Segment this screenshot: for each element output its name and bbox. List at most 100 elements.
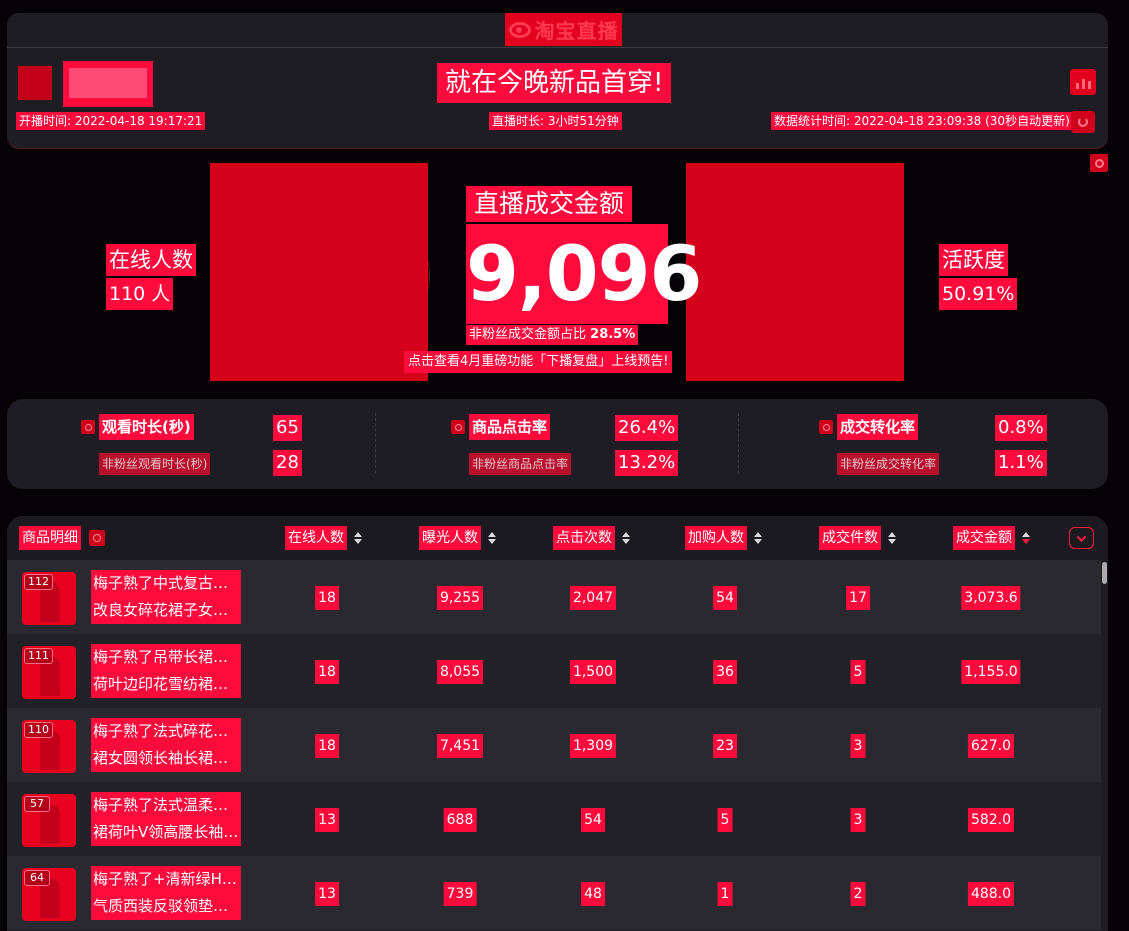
col-label: 商品明细 <box>19 526 81 550</box>
product-thumbnail[interactable]: 110 <box>22 720 76 773</box>
activity-label: 活跃度 <box>939 244 1008 276</box>
scrollbar-thumb[interactable] <box>1102 562 1107 584</box>
product-name-line2: 裙荷叶V领高腰长袖连... <box>91 819 241 846</box>
table-row[interactable]: 111 梅子熟了吊带长裙仙女 荷叶边印花雪纺裙子... 18 8,055 1,5… <box>7 634 1101 708</box>
cell-carts: 36 <box>713 660 737 684</box>
hero-right-panel <box>686 163 904 381</box>
nonfan-gmv-ratio: 非粉丝成交金额占比 28.5% <box>466 325 639 345</box>
cell-clicks: 1,500 <box>569 660 617 684</box>
sort-icon[interactable] <box>754 532 762 544</box>
sort-icon[interactable] <box>488 532 496 544</box>
product-thumbnail[interactable]: 111 <box>22 646 76 699</box>
rank-badge: 111 <box>24 648 53 664</box>
col-carts-sort[interactable]: 加购人数 <box>685 526 762 550</box>
product-name-line1: 梅子熟了法式温柔碎花 <box>91 792 241 819</box>
info-icon[interactable] <box>819 420 833 434</box>
col-online-sort[interactable]: 在线人数 <box>285 526 362 550</box>
col-orders-sort[interactable]: 成交件数 <box>819 526 896 550</box>
preview-link[interactable]: 点击查看4月重磅功能「下播复盘」上线预告! <box>404 351 673 373</box>
table-scrollbar[interactable] <box>1101 560 1108 931</box>
table-row[interactable]: 64 梅子熟了+清新绿H版型 气质西装反驳领垫肩... 13 739 48 1 … <box>7 856 1101 930</box>
start-time: 开播时间: 2022-04-18 19:17:21 <box>16 112 206 130</box>
rank-badge: 57 <box>24 796 50 812</box>
kpi-conversion-value: 0.8% <box>995 415 1047 441</box>
eye-icon <box>508 21 531 38</box>
cell-orders: 2 <box>850 882 866 906</box>
product-name-line2: 荷叶边印花雪纺裙子... <box>91 671 241 698</box>
cell-carts: 1 <box>717 882 733 906</box>
cell-orders: 5 <box>850 660 866 684</box>
product-name-line2: 裙女圆领长袖长裙高... <box>91 745 241 772</box>
col-amount-sort[interactable]: 成交金额 <box>953 526 1030 550</box>
kpi-watch-time-value: 65 <box>273 415 302 441</box>
cell-carts: 54 <box>713 586 737 610</box>
cell-exposure: 9,255 <box>436 586 484 610</box>
kpi-watch-time-label: 观看时长(秒) <box>99 414 194 440</box>
table-row[interactable]: 112 梅子熟了中式复古旗袍 改良女碎花裙子女夏... 18 9,255 2,0… <box>7 560 1101 634</box>
live-header: 淘宝直播 就在今晚新品首穿! 开播时间: 2022-04-18 19:17:21… <box>7 13 1108 149</box>
settings-icon[interactable] <box>1090 154 1108 172</box>
sort-icon[interactable] <box>622 532 630 544</box>
cell-exposure: 8,055 <box>436 660 484 684</box>
rank-badge: 64 <box>24 870 50 886</box>
cell-carts: 23 <box>713 734 737 758</box>
kpi-nonfan-watch-time-label: 非粉丝观看时长(秒) <box>99 453 211 475</box>
col-clicks-sort[interactable]: 点击次数 <box>553 526 630 550</box>
table-body: 112 梅子熟了中式复古旗袍 改良女碎花裙子女夏... 18 9,255 2,0… <box>7 560 1101 931</box>
product-thumbnail[interactable]: 57 <box>22 794 76 847</box>
cell-amount: 582.0 <box>967 808 1015 832</box>
kpi-panel: 观看时长(秒) 65 非粉丝观看时长(秒) 28 商品点击率 26.4% 非粉丝… <box>7 399 1108 489</box>
product-name[interactable]: 梅子熟了法式碎花连衣 裙女圆领长袖长裙高... <box>91 718 241 772</box>
refresh-icon[interactable] <box>1071 111 1095 133</box>
col-label: 点击次数 <box>553 526 615 550</box>
cell-online: 18 <box>315 660 339 684</box>
info-icon[interactable] <box>89 530 105 546</box>
product-name-line1: 梅子熟了吊带长裙仙女 <box>91 644 241 671</box>
product-thumbnail[interactable]: 112 <box>22 572 76 625</box>
kpi-click-rate-label: 商品点击率 <box>469 414 551 440</box>
header-divider <box>7 47 1108 48</box>
product-name[interactable]: 梅子熟了+清新绿H版型 气质西装反驳领垫肩... <box>91 866 241 920</box>
cell-amount: 1,155.0 <box>961 660 1021 684</box>
cell-online: 18 <box>315 586 339 610</box>
kpi-nonfan-conversion-value: 1.1% <box>995 450 1047 476</box>
table-header: 商品明细 在线人数 曝光人数 点击次数 加购人数 成交件数 成交金额 <box>7 516 1108 560</box>
kpi-divider <box>738 413 739 473</box>
kpi-nonfan-conversion-label: 非粉丝成交转化率 <box>837 453 940 475</box>
cell-clicks: 54 <box>581 808 605 832</box>
kpi-nonfan-click-rate-label: 非粉丝商品点击率 <box>469 453 572 475</box>
product-name[interactable]: 梅子熟了中式复古旗袍 改良女碎花裙子女夏... <box>91 570 241 624</box>
sort-icon[interactable] <box>1022 532 1030 544</box>
bar-chart-icon[interactable] <box>1070 69 1096 95</box>
gmv-value: 9,096 <box>466 224 702 324</box>
live-duration: 直播时长: 3小时51分钟 <box>489 112 622 130</box>
kpi-nonfan-click-rate-value: 13.2% <box>615 450 679 476</box>
online-value: 110 人 <box>106 278 174 310</box>
product-name-line1: 梅子熟了+清新绿H版型 <box>91 866 241 893</box>
hero-left-panel <box>210 163 428 381</box>
cell-orders: 3 <box>850 808 866 832</box>
product-table: 商品明细 在线人数 曝光人数 点击次数 加购人数 成交件数 成交金额 112 梅… <box>7 516 1108 931</box>
product-name[interactable]: 梅子熟了法式温柔碎花 裙荷叶V领高腰长袖连... <box>91 792 241 846</box>
table-row[interactable]: 110 梅子熟了法式碎花连衣 裙女圆领长袖长裙高... 18 7,451 1,3… <box>7 708 1101 782</box>
info-icon[interactable] <box>451 420 465 434</box>
anchor-avatar <box>18 66 52 100</box>
kpi-click-rate-value: 26.4% <box>615 415 679 441</box>
sort-icon[interactable] <box>888 532 896 544</box>
info-icon[interactable] <box>81 420 95 434</box>
sort-icon[interactable] <box>354 532 362 544</box>
gmv-label: 直播成交金额 <box>466 186 633 222</box>
col-label: 在线人数 <box>285 526 347 550</box>
product-name[interactable]: 梅子熟了吊带长裙仙女 荷叶边印花雪纺裙子... <box>91 644 241 698</box>
live-title: 就在今晚新品首穿! <box>437 63 672 103</box>
product-thumbnail[interactable]: 64 <box>22 868 76 921</box>
cell-exposure: 688 <box>443 808 477 832</box>
cell-online: 13 <box>315 882 339 906</box>
table-row[interactable]: 57 梅子熟了法式温柔碎花 裙荷叶V领高腰长袖连... 13 688 54 5 … <box>7 782 1101 856</box>
product-name-line1: 梅子熟了法式碎花连衣 <box>91 718 241 745</box>
chevron-down-icon[interactable] <box>1069 527 1094 549</box>
kpi-conversion-label: 成交转化率 <box>837 414 919 440</box>
activity-value: 50.91% <box>939 278 1018 310</box>
taobao-live-logo: 淘宝直播 <box>505 13 622 46</box>
col-exposure-sort[interactable]: 曝光人数 <box>419 526 496 550</box>
